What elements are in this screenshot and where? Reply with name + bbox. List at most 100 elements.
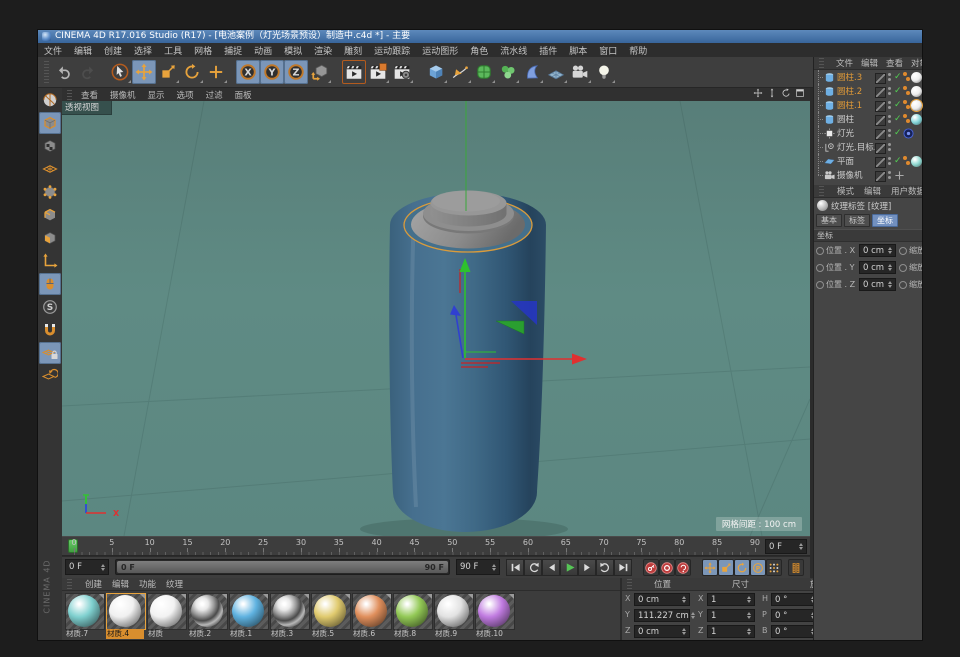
tab-标签[interactable]: 标签 [844,214,870,227]
visibility-dots[interactable] [888,101,891,104]
redo-button[interactable] [76,60,100,84]
object-row[interactable]: 平面 ✓ [814,154,922,168]
material-preview[interactable] [352,593,392,630]
coord-value-field[interactable]: 0 ° [771,625,819,638]
menu-item-2[interactable]: 编辑 [68,44,98,57]
keyframe-ring-icon[interactable] [816,281,824,289]
menu-item-19[interactable]: 帮助 [623,44,653,57]
coord-value-field[interactable]: 0 cm [634,625,690,638]
spinner-arrows[interactable] [745,596,751,603]
material-preview[interactable] [65,593,105,630]
target-tag-icon[interactable] [903,128,914,139]
menu-item-15[interactable]: 流水线 [494,44,533,57]
material-grip[interactable] [67,579,72,589]
material-menu-4[interactable]: 纹理 [161,578,188,590]
render-check-icon[interactable]: ✓ [894,70,902,84]
viewport-menu-6[interactable]: 面板 [229,89,258,101]
material-swatch[interactable]: 材质.3 [270,593,310,639]
coord-value-field[interactable]: 111.227 cm [634,609,690,622]
phong-tag-dots[interactable] [903,114,907,118]
layer-box[interactable] [875,143,886,154]
render-check-icon[interactable]: ✓ [894,112,902,126]
material-preview[interactable] [270,593,310,630]
object-row[interactable]: 圆柱 ✓ [814,112,922,126]
menu-item-18[interactable]: 窗口 [593,44,623,57]
record-active-objects-button[interactable] [643,559,659,576]
material-swatch[interactable]: 材质.10 [475,593,515,639]
snapping-toggle-button[interactable] [39,319,61,341]
coord-value-field[interactable]: 1 [707,625,755,638]
preview-range-slider[interactable]: 0 F 90 F [115,559,450,575]
current-frame-field[interactable]: 0 F [65,559,109,575]
menu-item-14[interactable]: 角色 [464,44,494,57]
attribute-menu-1[interactable]: 模式 [832,185,859,197]
material-swatch[interactable]: 材质.7 [65,593,105,639]
live-selection-button[interactable] [108,60,132,84]
menu-item-17[interactable]: 脚本 [563,44,593,57]
object-name[interactable]: 圆柱.3 [837,71,862,83]
material-swatch[interactable]: 材质 [147,593,187,639]
viewport-menu-4[interactable]: 选项 [171,89,200,101]
object-menu-2[interactable]: 编辑 [857,57,882,69]
layer-box[interactable] [875,101,886,112]
lock-axis-x-button[interactable]: X [236,60,260,84]
object-row[interactable]: 摄像机 [814,168,922,182]
lock-axis-z-button[interactable]: Z [284,60,308,84]
polygons-mode-button[interactable] [39,227,61,249]
render-check-icon[interactable]: ✓ [894,154,902,168]
add-environment-button[interactable] [544,60,568,84]
edges-mode-button[interactable] [39,204,61,226]
texture-mode-button[interactable] [39,135,61,157]
attribute-value-field[interactable]: 0 cm [859,244,896,257]
object-name[interactable]: 灯光.目标.2 [837,141,877,153]
render-check-icon[interactable]: ✓ [894,84,902,98]
object-name[interactable]: 圆柱 [837,113,854,125]
attribute-menu-3[interactable]: 用户数据 [886,185,922,197]
object-manager-grip[interactable] [819,58,824,68]
undo-button[interactable] [52,60,76,84]
rotate-tool-button[interactable] [180,60,204,84]
menu-item-12[interactable]: 运动跟踪 [368,44,416,57]
material-swatch[interactable]: 材质.2 [188,593,228,639]
go-to-start-button[interactable] [506,559,524,576]
menu-item-1[interactable]: 文件 [38,44,68,57]
render-check-icon[interactable]: ✓ [894,126,902,140]
material-preview[interactable] [229,593,269,630]
play-forward-button[interactable] [560,559,578,576]
key-rotation-button[interactable] [734,559,750,576]
autokeying-button[interactable] [659,559,675,576]
go-to-next-key-button[interactable] [596,559,614,576]
add-spline-button[interactable] [448,60,472,84]
go-to-next-frame-button[interactable] [578,559,596,576]
layer-box[interactable] [875,129,886,140]
coord-value-field[interactable]: 0 ° [771,593,819,606]
material-swatch[interactable]: 材质.5 [311,593,351,639]
material-preview[interactable] [147,593,187,630]
object-row[interactable]: 圆柱.1✓ [814,98,922,112]
menu-item-9[interactable]: 模拟 [278,44,308,57]
spinner-arrows[interactable] [886,247,892,254]
viewport-rotate[interactable] [781,88,791,101]
add-light-button[interactable] [592,60,616,84]
coord-value-field[interactable]: 0 ° [771,609,819,622]
layer-box[interactable] [875,115,886,126]
planar-workplane-button[interactable] [39,365,61,387]
tab-坐标[interactable]: 坐标 [872,214,898,227]
attribute-value-field[interactable]: 0 cm [859,261,896,274]
visibility-dots[interactable] [888,143,891,146]
ruler-frame-spinner[interactable]: 0 F [765,539,807,554]
object-name[interactable]: 平面 [837,155,854,167]
view-label[interactable]: 透视视图 [62,101,112,115]
keyframe-ring-icon[interactable] [899,264,907,272]
scale-tool-button[interactable] [156,60,180,84]
material-swatch[interactable]: 材质.9 [434,593,474,639]
enable-axis-mode-button[interactable] [39,250,61,272]
object-menu-4[interactable]: 对象 [907,57,922,69]
coord-value-field[interactable]: 0 cm [634,593,690,606]
viewport-menu-1[interactable]: 查看 [75,89,104,101]
material-swatch[interactable]: 材质.8 [393,593,433,639]
protection-tag-icon[interactable] [894,170,905,181]
attribute-value-field[interactable]: 0 cm [859,278,896,291]
attribute-section-header[interactable]: 坐标 [814,229,922,242]
material-menu-2[interactable]: 编辑 [107,578,134,590]
